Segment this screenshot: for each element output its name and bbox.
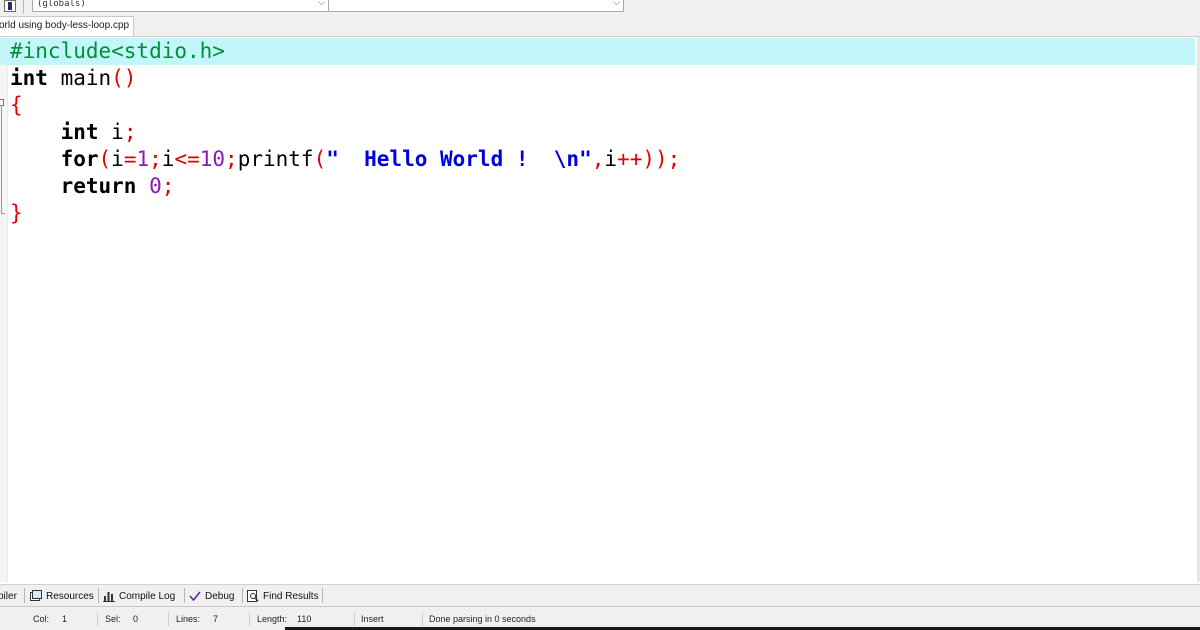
tab-debug-label: Debug xyxy=(205,590,235,602)
keyword-return: return xyxy=(60,174,137,198)
comma: , xyxy=(591,147,605,171)
close-parens: )); xyxy=(642,147,681,171)
close-brace: } xyxy=(10,201,23,225)
code-line-5[interactable]: for(i=1;i<=10;printf(" Hello World ! \n"… xyxy=(0,146,1195,173)
status-col-label: Col: xyxy=(33,614,50,624)
tab-find-results-label: Find Results xyxy=(263,590,319,602)
toolbar-divider xyxy=(23,0,24,14)
semicolon: ; xyxy=(161,174,175,198)
assign-operator: = xyxy=(123,147,137,171)
code-line-2[interactable]: int main() xyxy=(0,65,1195,92)
code-line-7[interactable]: } xyxy=(0,200,1195,227)
status-col-value: 1 xyxy=(62,614,68,624)
status-length-label: Length: xyxy=(257,614,288,624)
status-divider xyxy=(97,612,98,626)
status-sel-value: 0 xyxy=(133,614,139,624)
tab-compile-log[interactable]: Compile Log xyxy=(103,587,175,605)
file-tab[interactable]: orld using body-less-loop.cpp xyxy=(0,16,134,36)
code-editor[interactable]: #include<stdio.h> int main() { int i; fo… xyxy=(0,37,1200,582)
function-name: main xyxy=(47,66,112,90)
tab-compiler[interactable]: piler xyxy=(0,587,17,605)
editor-tab-bar: orld using body-less-loop.cpp xyxy=(0,16,1200,37)
open-brace: { xyxy=(10,93,23,117)
number-literal: 1 xyxy=(136,147,150,171)
tab-divider xyxy=(184,588,185,603)
resources-icon xyxy=(30,590,42,602)
open-paren: ( xyxy=(313,147,327,171)
bar-chart-icon xyxy=(103,590,115,602)
loop-variable: i xyxy=(604,147,618,171)
number-literal: 10 xyxy=(199,147,226,171)
parentheses: () xyxy=(111,66,137,90)
loop-variable: i xyxy=(161,147,175,171)
variable-name: i xyxy=(98,120,124,144)
string-literal: " Hello World ! \n" xyxy=(326,147,592,171)
compare-operator: <= xyxy=(174,147,200,171)
code-line-3[interactable]: { xyxy=(0,92,1195,119)
status-divider xyxy=(354,612,355,626)
member-select[interactable]: ⌵ xyxy=(328,0,624,12)
semicolon: ; xyxy=(225,147,238,171)
toolbar: (globals) ⌵ ⌵ xyxy=(0,0,1200,17)
semicolon: ; xyxy=(123,120,137,144)
chevron-down-icon[interactable]: ⌵ xyxy=(613,0,620,8)
tab-compile-log-label: Compile Log xyxy=(119,590,176,602)
tab-divider xyxy=(322,588,323,603)
scope-select[interactable]: (globals) ⌵ xyxy=(32,0,329,12)
code-line-1[interactable]: #include<stdio.h> xyxy=(0,38,1195,65)
panel-tab-bar: piler Resources Compile Log Debug Find R… xyxy=(0,584,1200,607)
tab-divider xyxy=(242,588,243,603)
status-sel-label: Sel: xyxy=(105,614,121,624)
scope-select-value: (globals) xyxy=(37,0,86,9)
code-line-4[interactable]: int i; xyxy=(0,119,1195,146)
tab-debug[interactable]: Debug xyxy=(189,587,234,605)
status-divider xyxy=(249,612,250,626)
loop-variable: i xyxy=(111,147,124,171)
status-lines-value: 7 xyxy=(213,614,219,624)
preprocessor-directive: #include<stdio.h> xyxy=(10,39,225,63)
keyword-for: for xyxy=(60,147,99,171)
keyword-int: int xyxy=(60,120,99,144)
status-message: Done parsing in 0 seconds xyxy=(429,614,536,624)
tab-resources-label: Resources xyxy=(46,590,94,602)
status-divider xyxy=(422,612,423,626)
tab-compiler-label: piler xyxy=(0,590,17,602)
tab-resources[interactable]: Resources xyxy=(30,587,94,605)
number-literal: 0 xyxy=(149,174,162,198)
chevron-down-icon[interactable]: ⌵ xyxy=(318,0,325,8)
tab-divider xyxy=(98,588,99,603)
open-paren: ( xyxy=(98,147,112,171)
tab-find-results[interactable]: Find Results xyxy=(247,587,319,605)
status-divider xyxy=(168,612,169,626)
increment-operator: ++ xyxy=(617,147,643,171)
keyword-int: int xyxy=(10,66,48,90)
semicolon: ; xyxy=(149,147,162,171)
status-lines-label: Lines: xyxy=(176,614,201,624)
class-browser-icon[interactable] xyxy=(4,0,16,12)
check-icon xyxy=(189,590,201,602)
file-tab-label: orld using body-less-loop.cpp xyxy=(0,20,130,31)
tab-divider xyxy=(24,588,25,603)
status-insert-mode: Insert xyxy=(361,614,384,624)
function-call: printf xyxy=(237,147,314,171)
status-length-value: 110 xyxy=(297,614,312,624)
code-line-6[interactable]: return 0; xyxy=(0,173,1195,200)
find-icon xyxy=(247,590,259,602)
